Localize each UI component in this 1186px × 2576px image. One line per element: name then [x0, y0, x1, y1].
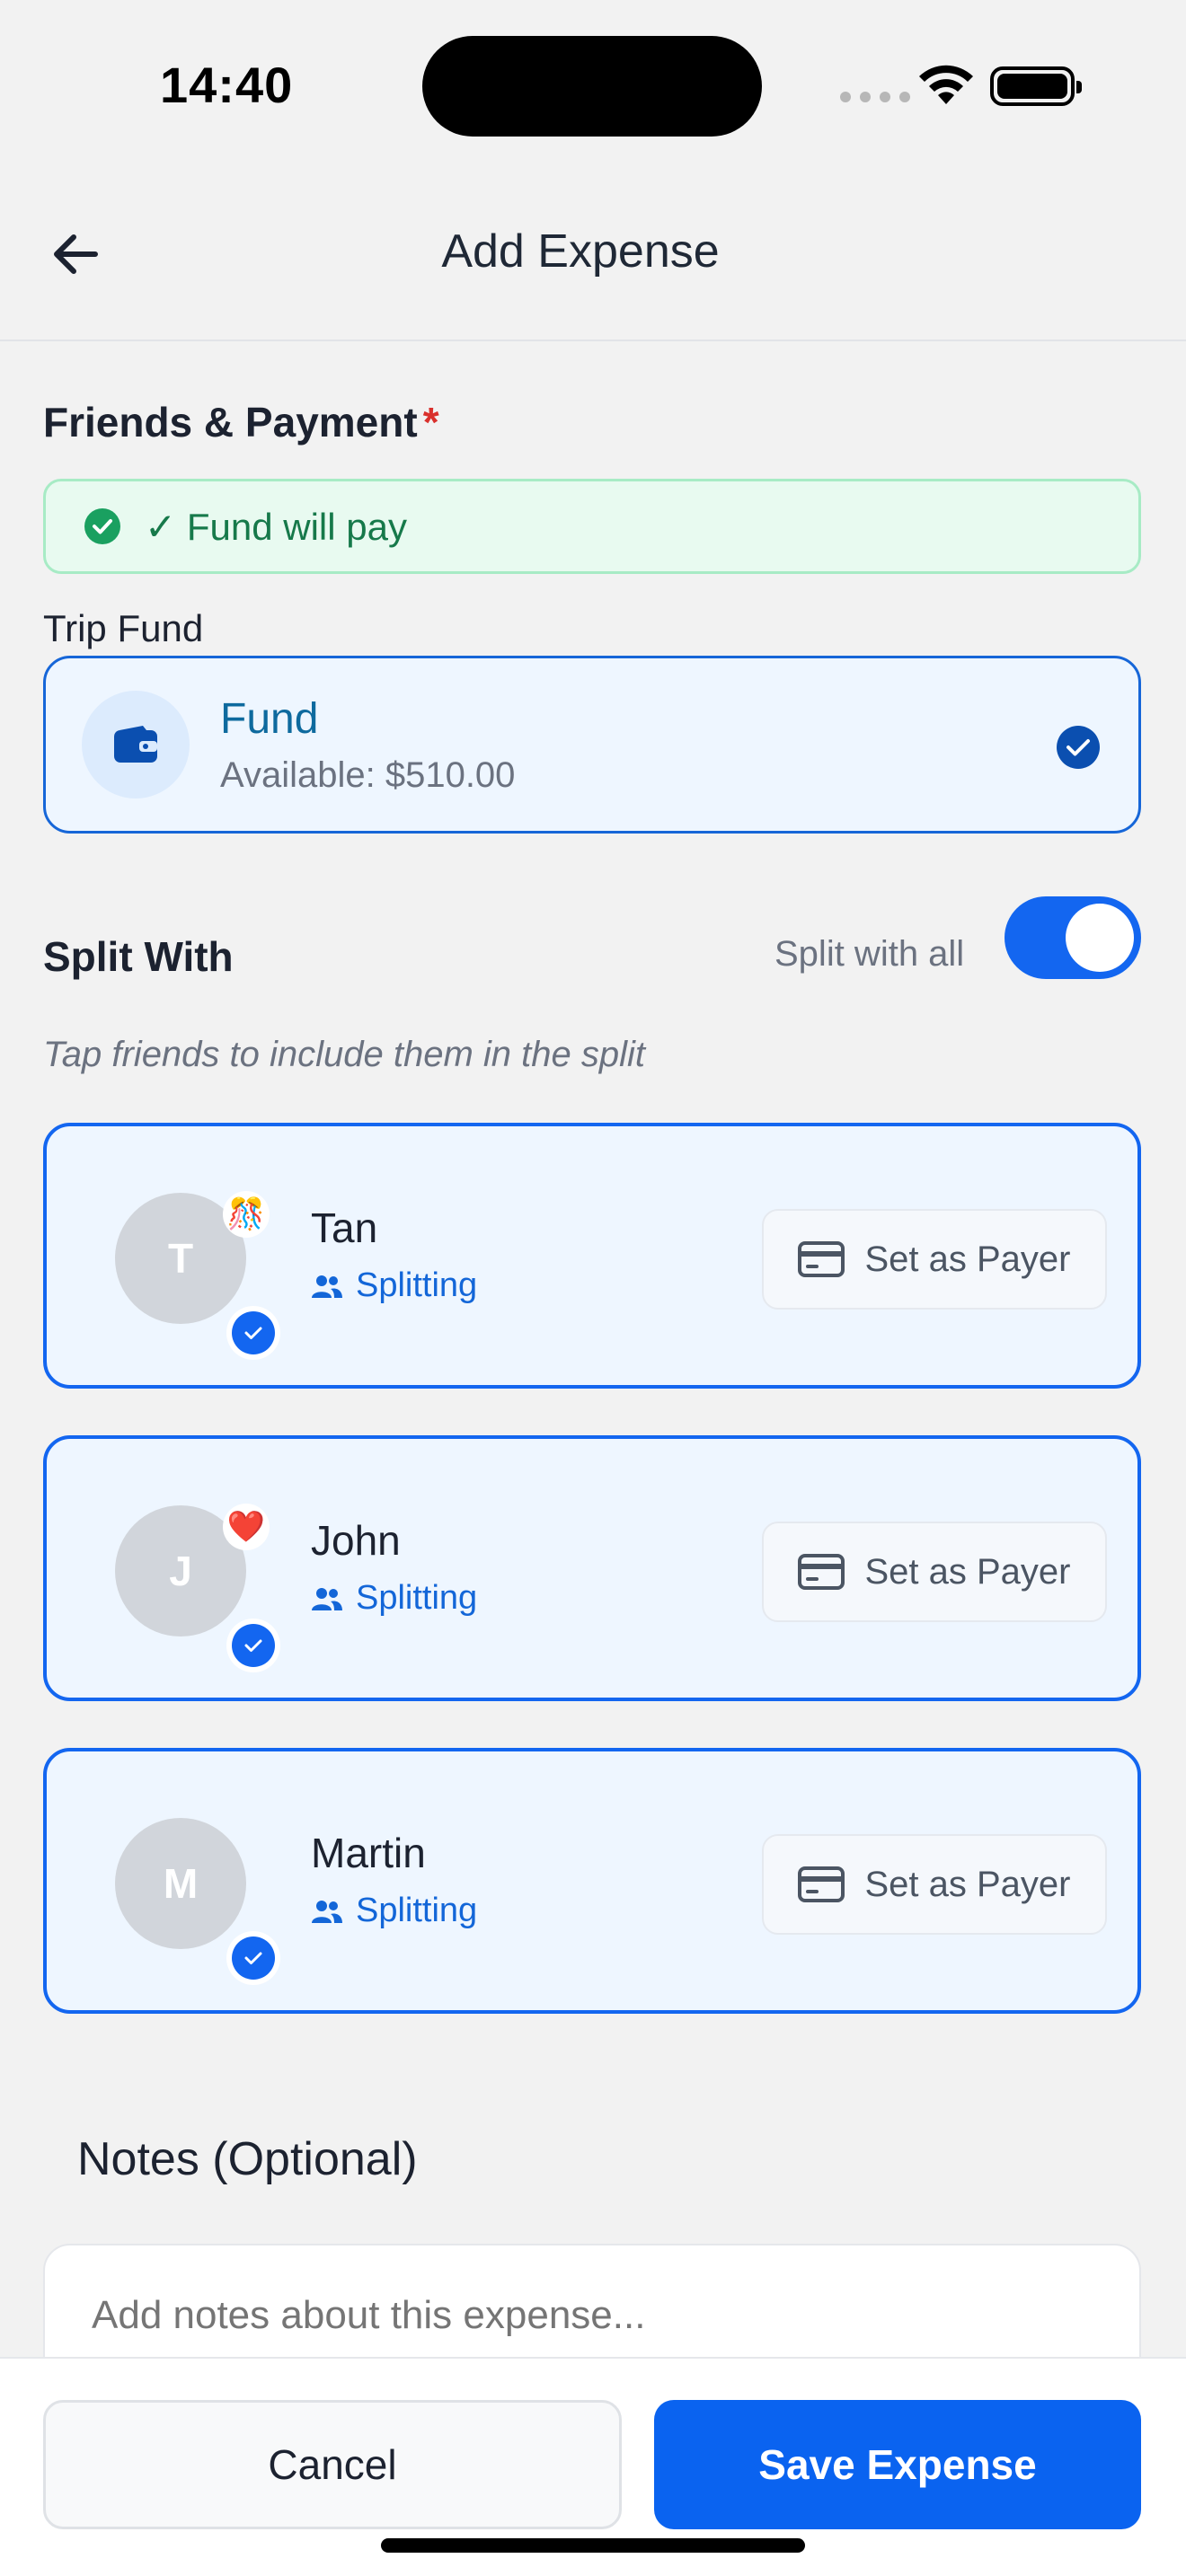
banner-text: ✓ Fund will pay	[145, 505, 407, 548]
friend-status: Splitting	[311, 1892, 477, 1930]
emoji-badge: ❤️	[223, 1504, 270, 1550]
credit-card-icon	[798, 1866, 845, 1902]
required-mark: *	[422, 399, 439, 446]
people-icon	[312, 1587, 342, 1610]
credit-card-icon	[798, 1554, 845, 1590]
friend-name: Martin	[311, 1830, 426, 1876]
save-expense-button[interactable]: Save Expense	[654, 2400, 1141, 2529]
selected-check-icon	[1057, 726, 1100, 769]
people-icon	[312, 1275, 342, 1298]
notes-label: Notes (Optional)	[77, 2133, 418, 2185]
set-as-payer-button[interactable]: Set as Payer	[762, 1522, 1107, 1622]
check-circle-icon	[84, 508, 120, 544]
selected-check-icon	[226, 1306, 280, 1360]
friend-card-tan[interactable]: T 🎊 Tan Splitting Set as Payer	[43, 1123, 1141, 1389]
credit-card-icon	[798, 1241, 845, 1277]
fund-will-pay-banner: ✓ Fund will pay	[43, 479, 1141, 574]
home-indicator	[381, 2538, 805, 2553]
selected-check-icon	[226, 1619, 280, 1672]
people-icon	[312, 1900, 342, 1923]
trip-fund-label: Trip Fund	[43, 607, 204, 649]
friend-status: Splitting	[311, 1266, 477, 1305]
cancel-button[interactable]: Cancel	[43, 2400, 622, 2529]
friend-status: Splitting	[311, 1579, 477, 1618]
status-time: 14:40	[160, 57, 294, 113]
split-all-label: Split with all	[774, 934, 965, 974]
dynamic-island	[422, 36, 762, 137]
selected-check-icon	[226, 1931, 280, 1985]
page-title: Add Expense	[441, 225, 720, 278]
wallet-icon	[82, 691, 190, 798]
friend-name: John	[311, 1517, 401, 1564]
friend-name: Tan	[311, 1204, 378, 1251]
emoji-badge: 🎊	[223, 1191, 270, 1238]
battery-icon	[990, 66, 1082, 106]
wifi-icon	[919, 65, 973, 104]
cellular-signal-icon	[840, 92, 910, 102]
avatar: M	[115, 1818, 246, 1949]
friend-card-john[interactable]: J ❤️ John Splitting Set as Payer	[43, 1435, 1141, 1701]
friends-payment-label: Friends & Payment *	[43, 399, 439, 446]
split-with-label: Split With	[43, 933, 234, 980]
fund-available: Available: $510.00	[220, 755, 516, 795]
split-hint: Tap friends to include them in the split	[43, 1035, 646, 1074]
set-as-payer-button[interactable]: Set as Payer	[762, 1209, 1107, 1310]
friend-card-martin[interactable]: M Martin Splitting Set as Payer	[43, 1748, 1141, 2014]
set-as-payer-button[interactable]: Set as Payer	[762, 1834, 1107, 1935]
fund-card[interactable]: Fund Available: $510.00	[43, 656, 1141, 834]
fund-name: Fund	[220, 695, 319, 743]
split-all-toggle[interactable]	[1005, 896, 1141, 979]
